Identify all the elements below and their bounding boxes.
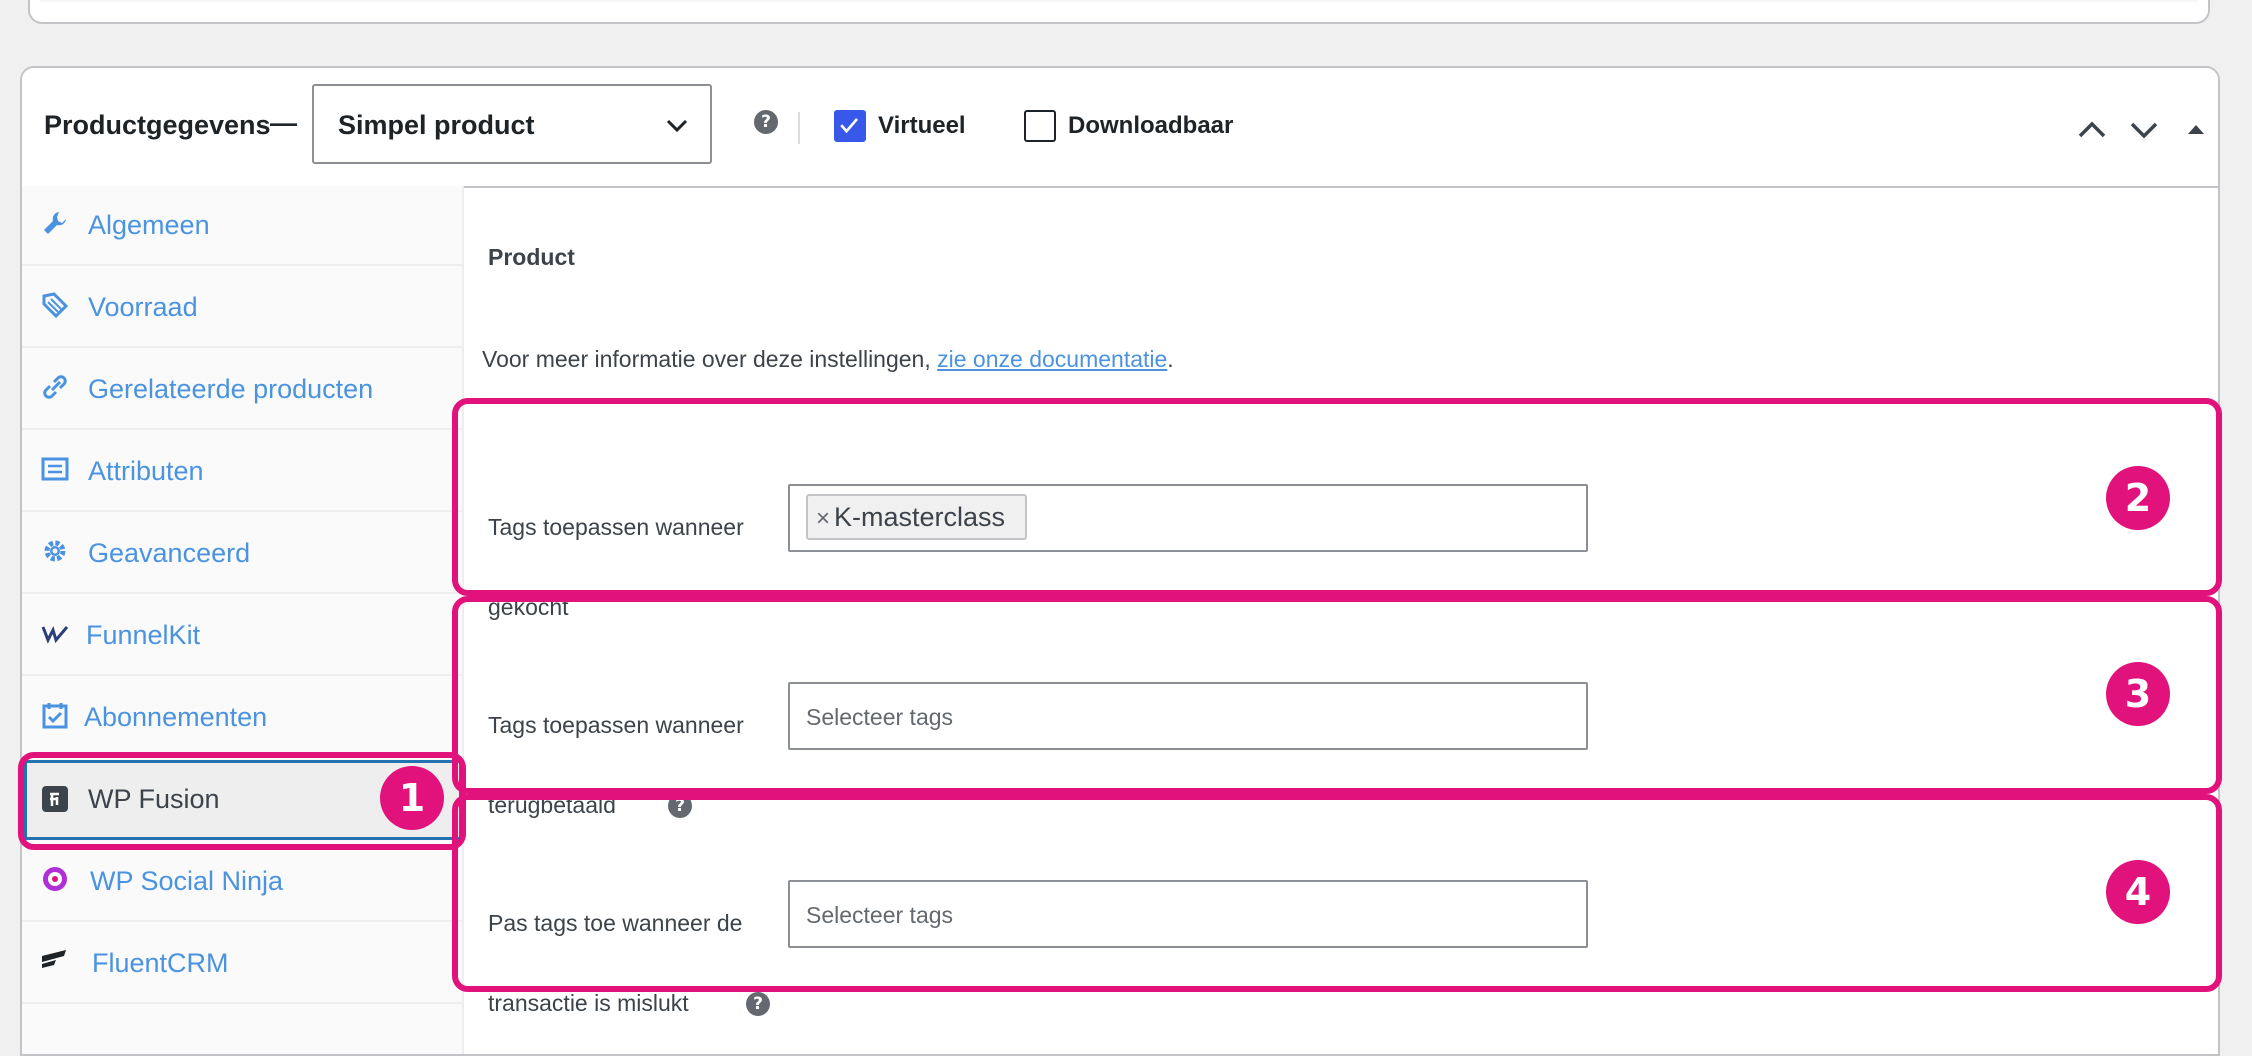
product-type-select[interactable]: Simpel product [312,84,712,164]
wrench-icon [44,212,66,234]
virtual-checkbox[interactable] [834,110,866,142]
info-text: Voor meer informatie over deze instellin… [482,346,1174,373]
previous-metabox [28,0,2210,24]
annotation-badge-1: 1 [380,766,444,830]
checkmark-icon [840,118,858,134]
header-separator [798,112,800,144]
info-text-end: . [1167,346,1174,372]
chevron-down-icon [666,119,688,133]
move-down-icon[interactable] [2126,112,2162,148]
previous-metabox-inner [40,0,2198,2]
help-icon[interactable]: ? [746,992,770,1016]
sidebar-item-attributen[interactable]: Attributen [22,432,462,512]
annotation-badge-4: 4 [2106,860,2170,924]
annotation-box-4 [452,794,2222,992]
product-type-value: Simpel product [338,110,535,140]
sidebar-item-wp-social-ninja[interactable]: WP Social Ninja [22,842,462,922]
product-data-tabs: Algemeen Voorraad Gerelateerde producten… [22,186,464,1054]
annotation-box-3 [452,596,2222,794]
fluentcrm-icon [42,950,66,968]
metabox-header: Productgegevens — Simpel product ? Virtu… [22,68,2218,188]
sidebar-item-label: Gerelateerde producten [88,374,374,404]
sidebar-item-label: WP Social Ninja [90,866,284,896]
metabox-title: Productgegevens [44,110,271,140]
funnelkit-icon [41,625,69,644]
toggle-panel-icon[interactable] [2178,112,2214,148]
annotation-badge-2: 2 [2106,466,2170,530]
sidebar-item-label: Algemeen [88,210,210,240]
link-icon [43,375,67,399]
downloadable-label: Downloadbaar [1068,112,1234,139]
sidebar-item-label: FluentCRM [92,948,229,978]
sidebar-item-geavanceerd[interactable]: Geavanceerd [22,514,462,594]
move-up-icon[interactable] [2074,112,2110,148]
field-label-failed-2: transactie is mislukt [488,990,689,1016]
sidebar-item-voorraad[interactable]: Voorraad [22,268,462,348]
help-icon[interactable]: ? [754,110,778,134]
sidebar-item-abonnementen[interactable]: Abonnementen [22,678,462,758]
sidebar-item-label: Geavanceerd [88,538,251,568]
virtual-label: Virtueel [878,112,966,139]
wp-social-ninja-icon [43,867,67,891]
tag-icon [42,292,69,319]
annotation-box-2 [452,398,2222,596]
sidebar-item-label: FunnelKit [86,620,201,650]
sidebar-item-algemeen[interactable]: Algemeen [22,186,462,266]
info-text-body: Voor meer informatie over deze instellin… [482,346,938,372]
sidebar-item-label: Abonnementen [84,702,268,732]
annotation-badge-3: 3 [2106,662,2170,726]
sidebar-item-label: Attributen [88,456,204,486]
sidebar-item-fluentcrm[interactable]: FluentCRM [22,924,462,1004]
title-dash: — [270,108,297,138]
documentation-link[interactable]: zie onze documentatie [937,346,1167,372]
sidebar-item-funnelkit[interactable]: FunnelKit [22,596,462,676]
sidebar-item-label: Voorraad [88,292,198,322]
list-icon [41,457,69,481]
section-title: Product [488,244,575,270]
sidebar-item-gerelateerde-producten[interactable]: Gerelateerde producten [22,350,462,430]
downloadable-checkbox[interactable] [1024,110,1056,142]
gear-icon [44,540,66,562]
calendar-check-icon [42,703,68,729]
